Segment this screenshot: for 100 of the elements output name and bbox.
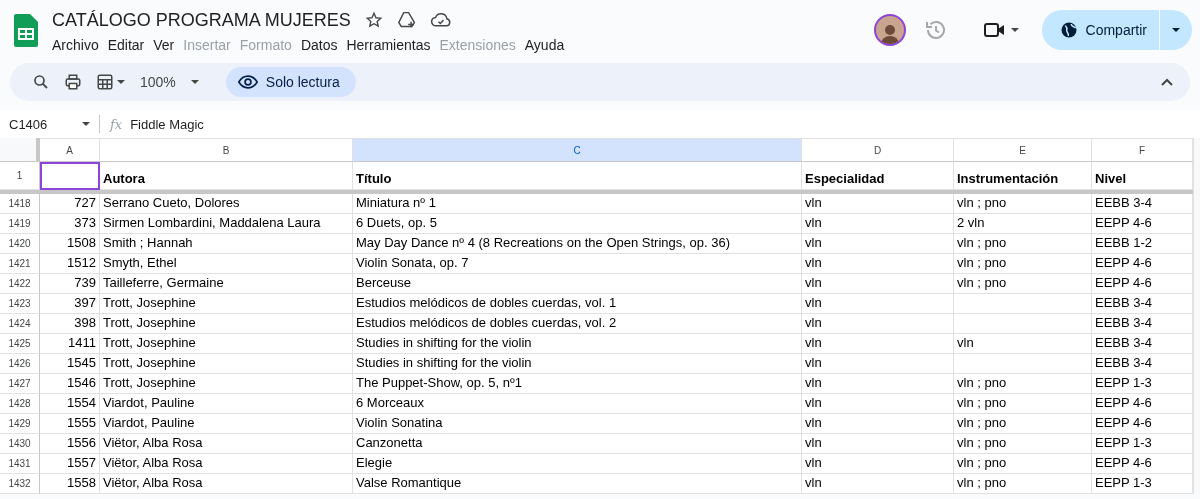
table-cell: 2 vln (954, 214, 1092, 234)
table-cell: 1411 (40, 334, 100, 354)
table-cell: Serrano Cueto, Dolores (100, 194, 353, 214)
table-cell: vln ; pno (954, 234, 1092, 254)
table-cell: 1508 (40, 234, 100, 254)
search-icon (32, 73, 50, 91)
row-header[interactable]: 1 (0, 162, 40, 190)
table-cell: Berceuse (353, 274, 802, 294)
table-cell: vln (802, 474, 954, 494)
table-cell: Sirmen Lombardini, Maddalena Laura (100, 214, 353, 234)
table-cell: Valse Romantique (353, 474, 802, 494)
fx-label: fx (110, 116, 123, 132)
table-cell: vln (802, 434, 954, 454)
table-cell: vln (802, 234, 954, 254)
table-cell: 1546 (40, 374, 100, 394)
table-cell: Tailleferre, Germaine (100, 274, 353, 294)
table-cell: vln (802, 314, 954, 334)
table-cell: Viardot, Pauline (100, 414, 353, 434)
menu-item[interactable]: Editar (107, 35, 151, 55)
table-cell: Estudios melódicos de dobles cuerdas, vol. 1 (353, 294, 802, 314)
table-cell: vln (802, 414, 954, 434)
row-header[interactable]: 1429 (0, 414, 40, 434)
row-header[interactable]: 1428 (0, 394, 40, 414)
table-cell: 6 Duets, op. 5 (353, 214, 802, 234)
table-cell: vln ; pno (954, 374, 1092, 394)
row-header[interactable]: 1431 (0, 454, 40, 474)
table-cell: vln (802, 394, 954, 414)
globe-icon (1059, 21, 1078, 39)
table-cell: 1554 (40, 394, 100, 414)
row-header[interactable]: 1422 (0, 274, 40, 294)
table-cell: vln ; pno (954, 194, 1092, 214)
table-cell: 1512 (40, 254, 100, 274)
table-cell: May Day Dance nº 4 (8 Recreations on the Open Strings, op. 36) (353, 234, 802, 254)
row-header[interactable]: 1432 (0, 474, 40, 494)
table-cell: Miniatura nº 1 (353, 194, 802, 214)
row-header[interactable]: 1426 (0, 354, 40, 374)
menu-item[interactable]: Herramientas (346, 35, 437, 55)
zoom-select[interactable]: 100% (138, 72, 202, 92)
row-header[interactable]: 1420 (0, 234, 40, 254)
column-header[interactable]: F (1092, 138, 1193, 162)
star-icon[interactable] (364, 11, 383, 29)
avatar (873, 14, 906, 46)
table-cell: Viëtor, Alba Rosa (100, 434, 353, 454)
table-cell: Trott, Josephine (100, 314, 353, 334)
view-only-chip[interactable]: Solo lectura (225, 67, 356, 97)
table-cell: 1557 (40, 454, 100, 474)
row-header[interactable]: 1423 (0, 294, 40, 314)
table-cell: Elegie (353, 454, 802, 474)
row-header[interactable]: 1425 (0, 334, 40, 354)
row-header[interactable]: 1421 (0, 254, 40, 274)
cell-reference: C1406 (9, 116, 48, 132)
table-cell: vln (802, 454, 954, 474)
row-header[interactable]: 1430 (0, 434, 40, 454)
table-cell: 1545 (40, 354, 100, 374)
table-cell: Studies in shifting for the violin (353, 334, 802, 354)
column-header[interactable]: C (353, 138, 802, 162)
table-cell: vln (802, 214, 954, 234)
row-header[interactable]: 1418 (0, 194, 40, 214)
caret-icon (189, 77, 200, 87)
table-cell: vln (802, 294, 954, 314)
caret-icon (116, 77, 126, 87)
table-cell: vln ; pno (954, 274, 1092, 294)
table-cell: Trott, Josephine (100, 374, 353, 394)
table-cell: 1555 (40, 414, 100, 434)
table-cell: The Puppet-Show, op. 5, nº1 (353, 374, 802, 394)
menu-item[interactable]: Datos (300, 35, 344, 55)
row-header[interactable]: 1427 (0, 374, 40, 394)
table-cell: vln ; pno (954, 414, 1092, 434)
table-cell: Smith ; Hannah (100, 234, 353, 254)
vertical-scrollbar[interactable] (1193, 138, 1200, 494)
table-cell: Violin Sonata, op. 7 (353, 254, 802, 274)
table-cell: vln ; pno (954, 454, 1092, 474)
table-cell: 397 (40, 294, 100, 314)
menu-item[interactable]: Archivo (52, 35, 105, 55)
table-cell: vln ; pno (954, 394, 1092, 414)
column-header[interactable]: D (802, 138, 954, 162)
menu-item[interactable]: Ver (153, 35, 181, 55)
row-header[interactable]: 1419 (0, 214, 40, 234)
table-cell: Smyth, Ethel (100, 254, 353, 274)
column-header[interactable]: B (100, 138, 353, 162)
table-cell: Viardot, Pauline (100, 394, 353, 414)
drive-add-icon[interactable] (396, 11, 417, 29)
table-cell: vln (802, 274, 954, 294)
row-header[interactable]: 1424 (0, 314, 40, 334)
formula-field[interactable]: Fiddle Magic (130, 116, 204, 132)
document-title: CATÁLOGO PROGRAMA MUJERES (52, 9, 351, 31)
cell-cursor (40, 162, 100, 190)
name-box[interactable]: C1406 (0, 115, 100, 133)
column-header[interactable]: E (954, 138, 1092, 162)
table-cell: Trott, Josephine (100, 354, 353, 374)
video-camera-icon (983, 21, 1006, 39)
table-cell: vln (954, 334, 1092, 354)
column-header[interactable]: A (40, 138, 100, 162)
sheets-logo-icon (14, 13, 38, 47)
table-cell: Trott, Josephine (100, 294, 353, 314)
table-cell: 1556 (40, 434, 100, 454)
table-cell: 739 (40, 274, 100, 294)
menu-item[interactable]: Ayuda (524, 35, 571, 55)
table-cell: vln ; pno (954, 434, 1092, 454)
cloud-check-icon[interactable] (430, 12, 451, 28)
